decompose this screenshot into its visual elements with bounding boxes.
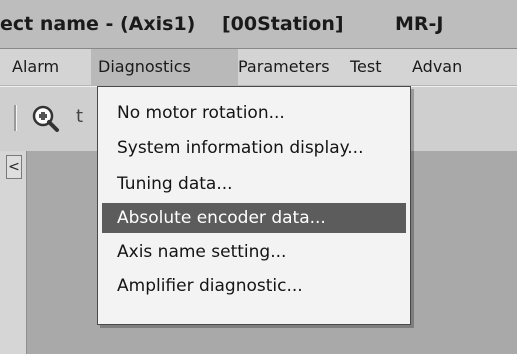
menu-item-label: No motor rotation... bbox=[117, 103, 285, 123]
zoom-icon[interactable] bbox=[28, 102, 64, 136]
menu-item-no-motor-rotation[interactable]: No motor rotation... bbox=[102, 98, 406, 128]
menu-item-system-information-display[interactable]: System information display... bbox=[102, 133, 406, 163]
menu-item-label: Amplifier diagnostic... bbox=[117, 276, 303, 296]
menu-item-axis-name-setting[interactable]: Axis name setting... bbox=[102, 237, 406, 267]
menu-bar: Alarm Diagnostics Parameters Test Advan bbox=[0, 49, 517, 86]
window-title-station: [00Station] bbox=[222, 13, 344, 35]
menu-parameters[interactable]: Parameters bbox=[238, 49, 342, 85]
left-pane: < bbox=[0, 151, 27, 354]
menu-advanced[interactable]: Advan bbox=[412, 49, 517, 85]
menu-item-label: Tuning data... bbox=[117, 174, 233, 194]
menu-test[interactable]: Test bbox=[350, 49, 400, 85]
menu-item-tuning-data[interactable]: Tuning data... bbox=[102, 169, 406, 199]
window-title-project: ect name - (Axis1) bbox=[0, 13, 196, 35]
diagnostics-dropdown-menu: No motor rotation... System information … bbox=[97, 86, 411, 325]
menu-diagnostics[interactable]: Diagnostics bbox=[91, 49, 238, 85]
window-title-model: MR-J bbox=[395, 13, 444, 35]
toolbar-grip bbox=[14, 105, 17, 131]
menu-item-absolute-encoder-data[interactable]: Absolute encoder data... bbox=[102, 203, 406, 233]
menu-item-amplifier-diagnostic[interactable]: Amplifier diagnostic... bbox=[102, 271, 406, 301]
collapse-pane-button[interactable]: < bbox=[6, 155, 22, 179]
toolbar-icon-partial[interactable]: t bbox=[76, 106, 83, 127]
window-title-bar[interactable]: ect name - (Axis1) [00Station] MR-J bbox=[0, 0, 517, 49]
menu-item-label: Axis name setting... bbox=[117, 242, 287, 262]
menu-item-label: Absolute encoder data... bbox=[117, 208, 326, 228]
menu-alarm[interactable]: Alarm bbox=[6, 49, 92, 85]
menu-item-label: System information display... bbox=[117, 138, 364, 158]
